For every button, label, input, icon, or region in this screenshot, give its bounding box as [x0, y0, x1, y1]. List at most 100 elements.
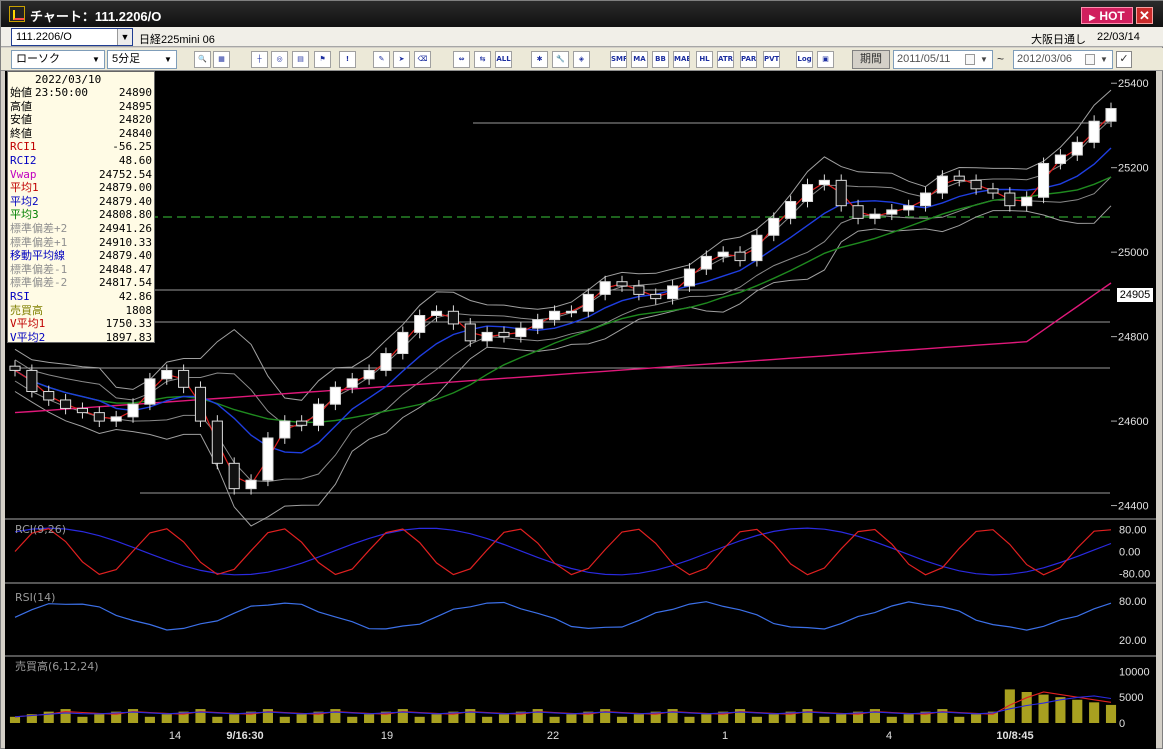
apply-check-icon[interactable]: ✓ — [1116, 51, 1132, 68]
settings-icon[interactable]: ✱ — [531, 51, 548, 68]
grid-icon[interactable]: ▣ — [817, 51, 834, 68]
info-value: 24895 — [118, 99, 152, 113]
volume-bar — [684, 716, 695, 723]
volume-bar — [819, 716, 830, 723]
candle-body — [262, 437, 274, 481]
info-label: V平均2 — [10, 330, 46, 344]
mae-icon[interactable]: MAE — [673, 51, 690, 68]
chevron-down-icon[interactable]: ▼ — [1097, 52, 1111, 67]
candle-body — [532, 319, 544, 329]
volume-bar — [94, 714, 105, 723]
date-from-field[interactable]: 2011/05/11 ▼ — [893, 50, 993, 69]
hl-icon[interactable]: HL — [696, 51, 713, 68]
chart-type-select[interactable]: ローソク ▼ — [11, 50, 105, 69]
info-label: 安値 — [10, 113, 32, 127]
candle-body — [178, 369, 190, 388]
log-icon[interactable]: Log — [796, 51, 813, 68]
chevron-down-icon[interactable]: ▼ — [117, 29, 132, 45]
pen-icon[interactable]: ✎ — [373, 51, 390, 68]
candle-body — [1071, 141, 1083, 156]
chevron-down-icon[interactable]: ▼ — [977, 52, 991, 67]
candle-body — [869, 213, 881, 219]
volume-tick-label: 10000 — [1119, 666, 1150, 678]
candle-body — [919, 192, 932, 207]
current-price-tag: 24905 — [1117, 288, 1153, 302]
hot-arrow-icon: ▶ — [1089, 13, 1096, 22]
volume-bar — [498, 714, 510, 723]
candle-body — [481, 331, 493, 342]
volume-bar — [616, 716, 628, 723]
candle-body — [936, 175, 948, 194]
bb-icon[interactable]: BB — [652, 51, 669, 68]
info-value: 1897.83 — [105, 330, 152, 344]
panel-divider — [5, 582, 1156, 584]
candle-body — [515, 327, 527, 338]
candle-body — [76, 407, 89, 414]
symbol-input[interactable]: 111.2206/O ▼ — [11, 28, 133, 46]
candle-body — [1105, 108, 1117, 122]
info-label: RCI2 — [10, 154, 37, 167]
all-icon[interactable]: ALL — [495, 51, 512, 68]
volume-bar — [77, 716, 88, 723]
ma-icon[interactable]: MA — [631, 51, 648, 68]
info-label: 終値 — [10, 126, 32, 140]
chart-area[interactable]: 25400 25200 25000 24800 24600 24400 RCI(9,26) 8… — [5, 71, 1156, 749]
volume-bar — [886, 716, 897, 723]
volume-tick-label: 0 — [1119, 718, 1125, 730]
candle-body — [1054, 154, 1066, 164]
volume-bar — [1038, 694, 1049, 723]
instrument-name: 日経225mini 06 — [139, 34, 215, 46]
flag-icon[interactable]: ⚑ — [314, 51, 331, 68]
atr-icon[interactable]: ATR — [717, 51, 734, 68]
alert-icon[interactable]: ! — [339, 51, 356, 68]
volume-bar — [9, 716, 21, 723]
price-chart[interactable]: 25400 25200 25000 24800 24600 24400 RCI(9,26) 8… — [5, 71, 1156, 749]
info-row: V平均1 1750.33 — [10, 317, 154, 330]
pointer-icon[interactable]: ➤ — [393, 51, 410, 68]
candle-body — [987, 188, 999, 194]
candle-body — [498, 331, 510, 338]
table-icon[interactable]: ▤ — [292, 51, 309, 68]
volume-bar — [1105, 704, 1117, 723]
candle-body — [296, 420, 308, 426]
candle-body — [447, 310, 459, 325]
calendar-icon[interactable] — [1085, 54, 1095, 65]
rci-panel-label: RCI(9,26) — [15, 523, 66, 536]
period-button[interactable]: 期間 — [852, 50, 890, 69]
interval-select[interactable]: 5分足 ▼ — [107, 50, 177, 69]
palette-icon[interactable]: ◈ — [573, 51, 590, 68]
candle-body — [785, 200, 797, 219]
compare2-icon[interactable]: ⇆ — [474, 51, 491, 68]
data-window: 2022/03/10 23:50:00 始値 24890 高値 24895 安値 2482… — [7, 71, 155, 344]
volume-bar — [229, 714, 240, 723]
info-row: 標準偏差+2 24941.26 — [10, 222, 154, 235]
info-label: 始値 — [10, 86, 32, 99]
pvt-icon[interactable]: PVT — [763, 51, 780, 68]
close-button[interactable]: ✕ — [1136, 7, 1153, 24]
wrench-icon[interactable]: 🔧 — [552, 51, 569, 68]
candle-body — [903, 205, 915, 211]
market-name: 大阪日通し — [1031, 34, 1086, 46]
candle-icon[interactable]: ┼ — [251, 51, 268, 68]
info-value: 24808.80 — [99, 208, 152, 222]
zoom-icon[interactable]: 🔍 — [194, 51, 211, 68]
layout-icon[interactable]: ▦ — [213, 51, 230, 68]
para-icon[interactable]: PARA — [740, 51, 757, 68]
eraser-icon[interactable]: ⌫ — [414, 51, 431, 68]
calendar-icon[interactable] — [965, 54, 975, 65]
volume-bar — [836, 714, 847, 723]
info-value: -56.25 — [112, 140, 152, 154]
smp-icon[interactable]: SMP — [610, 51, 627, 68]
volume-bar — [364, 714, 375, 723]
time-axis-label: 9/16:30 — [226, 730, 263, 742]
magnify-icon[interactable]: ◎ — [271, 51, 288, 68]
chevron-down-icon: ▼ — [161, 52, 175, 67]
date-to-field[interactable]: 2012/03/06 ▼ — [1013, 50, 1113, 69]
compare-icon[interactable]: ⇔ — [453, 51, 470, 68]
volume-bar — [1072, 699, 1083, 723]
hot-button[interactable]: ▶ HOT — [1081, 7, 1133, 24]
panel-divider — [5, 655, 1156, 657]
candle-body — [1037, 162, 1050, 198]
candle-body — [60, 399, 72, 409]
price-tick-label: 25000 — [1118, 247, 1149, 259]
